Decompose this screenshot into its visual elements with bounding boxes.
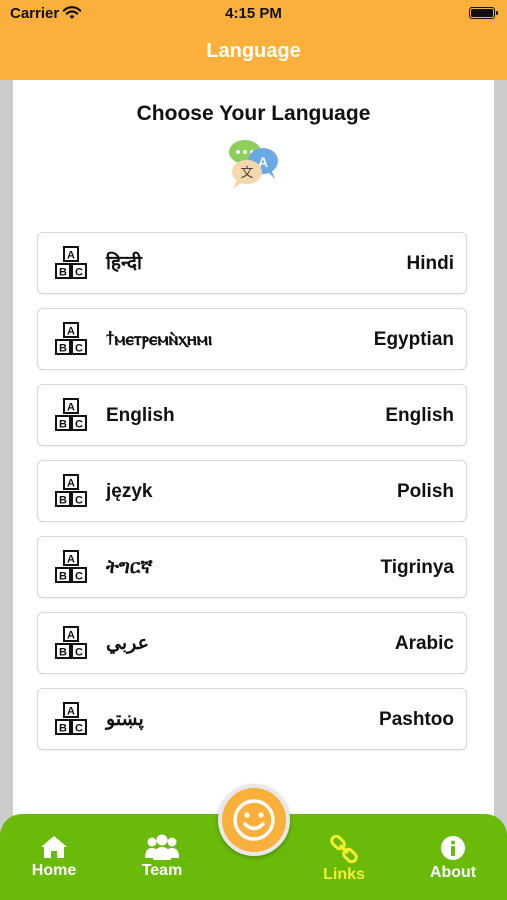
tab-about-label: About (429, 864, 477, 881)
clock: 4:15 PM (225, 5, 282, 22)
home-icon (41, 836, 67, 858)
language-native-name: हिन्दी (106, 253, 142, 274)
abc-blocks-icon: AB C (55, 474, 87, 507)
language-native-name: پښتو (106, 709, 144, 730)
language-native-name: English (106, 405, 175, 426)
language-option-english[interactable]: A B C English English (37, 384, 467, 446)
language-english-name: Hindi (406, 253, 455, 274)
svg-text:B: B (59, 495, 67, 507)
svg-text:B: B (59, 419, 67, 431)
language-option-polish[interactable]: A B Cjęzyk Polish (37, 460, 467, 522)
translate-icon: A 文 (229, 140, 278, 189)
tab-home[interactable]: Home (9, 834, 99, 880)
abc-blocks-icon: AB C (55, 702, 87, 735)
svg-text:A: A (67, 250, 75, 262)
tab-team-label: Team (141, 862, 183, 879)
language-option-pashtoo[interactable]: A B C پښتو Pashtoo (37, 688, 467, 750)
card-title: Choose Your Language (136, 102, 371, 125)
svg-text:A: A (67, 478, 75, 490)
tab-links-label: Links (323, 866, 365, 883)
svg-text:B: B (59, 723, 67, 735)
svg-text:A: A (67, 326, 75, 338)
abc-blocks-icon: AB C (55, 246, 87, 279)
language-native-name: ትግርኛ (106, 557, 153, 578)
info-icon (441, 836, 465, 860)
svg-text:B: B (59, 571, 67, 583)
svg-text:B: B (59, 343, 67, 355)
language-english-name: Polish (396, 481, 454, 502)
language-option-hindi[interactable]: A B C हिन्दी Hindi (37, 232, 467, 294)
svg-text:C: C (75, 343, 83, 355)
svg-text:B: B (59, 267, 67, 279)
battery-icon (469, 7, 498, 19)
svg-text:C: C (75, 571, 83, 583)
center-smiley-button[interactable] (218, 784, 290, 856)
tab-about[interactable]: About (408, 834, 498, 882)
svg-text:A: A (67, 706, 75, 718)
status-bar: Carrier 4:15 PM (0, 0, 507, 30)
language-english-name: Tigrinya (380, 557, 454, 578)
language-option-arabic[interactable]: A B C عربي Arabic (37, 612, 467, 674)
language-english-name: Arabic (394, 633, 454, 654)
svg-text:C: C (75, 419, 83, 431)
svg-text:A: A (67, 554, 75, 566)
language-english-name: English (385, 405, 454, 426)
language-card: Choose Your Language A 文 A B C हिन्दी Hindi A… (13, 80, 494, 840)
links-icon (330, 834, 358, 864)
smiley-face-icon (233, 799, 275, 841)
svg-text:C: C (75, 495, 83, 507)
svg-text:A: A (67, 630, 75, 642)
language-native-name: ϯⲙⲉⲧⲣⲉⲙⲛ̀ⲭⲏⲙⲓ (106, 329, 213, 350)
svg-text:C: C (75, 267, 83, 279)
svg-text:文: 文 (240, 166, 253, 181)
team-icon (145, 834, 179, 860)
tab-links[interactable]: Links (299, 834, 389, 884)
language-native-name: عربي (106, 633, 149, 654)
language-english-name: Egyptian (373, 329, 454, 350)
language-option-tigrinya[interactable]: A B C ትግርኛ Tigrinya (37, 536, 467, 598)
tab-home-label: Home (31, 862, 77, 879)
svg-text:A: A (67, 402, 75, 414)
page-title: Language (206, 40, 301, 62)
app-header: Carrier 4:15 PM Language (0, 0, 507, 80)
svg-text:B: B (59, 647, 67, 659)
abc-blocks-icon: AB C (55, 626, 87, 659)
language-english-name: Pashtoo (379, 709, 454, 730)
language-native-name: język (106, 481, 153, 502)
tab-team[interactable]: Team (117, 834, 207, 880)
svg-text:C: C (75, 723, 83, 735)
svg-text:C: C (75, 647, 83, 659)
abc-blocks-icon: AB C (55, 322, 87, 355)
abc-blocks-icon: AB C (55, 550, 87, 583)
language-option-egyptian[interactable]: A B Cϯⲙⲉⲧⲣⲉⲙⲛ̀ⲭⲏⲙⲓ Egyptian (37, 308, 467, 370)
abc-blocks-icon: AB C (55, 398, 87, 431)
